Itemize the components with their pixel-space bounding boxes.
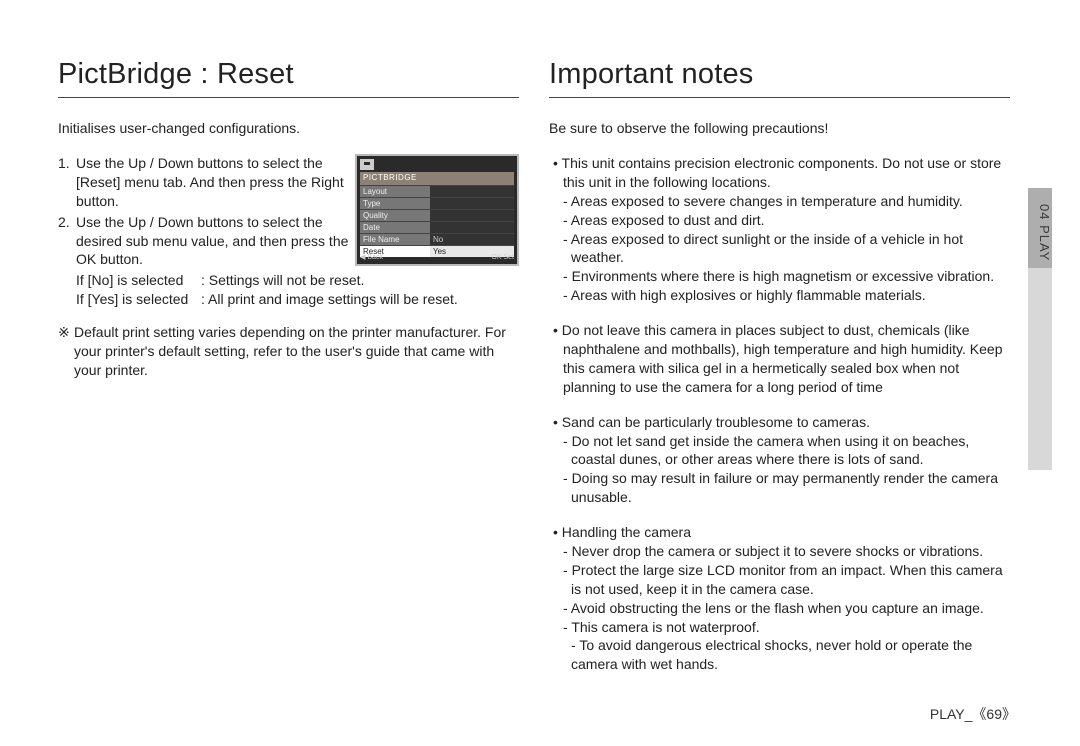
step-number: 1. — [58, 154, 76, 211]
dash-text: Areas exposed to direct sunlight or the … — [549, 230, 1010, 268]
bullet-text: This unit contains precision electronic … — [549, 154, 1010, 192]
left-arrow-icon: ◀ — [360, 254, 365, 261]
step-number: 2. — [58, 213, 76, 270]
lcd-cell — [430, 222, 514, 233]
footer-section: PLAY_ — [930, 706, 973, 722]
bullet-4: Handling the camera Never drop the camer… — [549, 523, 1010, 674]
left-column: PictBridge : Reset Initialises user-chan… — [58, 58, 519, 690]
right-content: This unit contains precision electronic … — [549, 154, 1010, 674]
lcd-cell — [430, 186, 514, 197]
dash-text: Doing so may result in failure or may pe… — [549, 469, 1010, 507]
bullet-2: Do not leave this camera in places subje… — [549, 321, 1010, 397]
lcd-cell — [430, 210, 514, 221]
step-text: Use the Up / Down buttons to select the … — [76, 154, 349, 211]
left-title: PictBridge : Reset — [58, 58, 519, 98]
lcd-footer: ◀Back OK Set — [360, 253, 514, 262]
lcd-cell: Quality — [360, 210, 430, 221]
printer-icon — [360, 159, 374, 170]
lcd-header: PICTBRIDGE — [360, 172, 514, 185]
lcd-footer-back: Back — [367, 254, 383, 261]
page-footer: PLAY_《69》 — [930, 704, 1016, 724]
step-1: 1. Use the Up / Down buttons to select t… — [58, 154, 349, 211]
dash-text: Protect the large size LCD monitor from … — [549, 561, 1010, 599]
dash-text: Environments where there is high magneti… — [549, 267, 1010, 286]
bullet-text: Handling the camera — [549, 523, 1010, 542]
bullet-text: Do not leave this camera in places subje… — [549, 321, 1010, 397]
dash-text: Avoid obstructing the lens or the flash … — [549, 599, 1010, 618]
lcd-row-filename: File Name No — [360, 233, 514, 245]
lcd-cell: File Name — [360, 234, 430, 245]
dash-text: Areas exposed to dust and dirt. — [549, 211, 1010, 230]
bracket-open-icon: 《 — [972, 706, 986, 722]
dash-text: Areas exposed to severe changes in tempe… — [549, 192, 1010, 211]
lcd-row-type: Type — [360, 197, 514, 209]
if-yes-row: If [Yes] is selected : All print and ima… — [58, 290, 519, 309]
left-intro: Initialises user-changed configurations. — [58, 120, 519, 136]
if-no-text: : Settings will not be reset. — [201, 271, 364, 290]
lcd-row-date: Date — [360, 221, 514, 233]
bracket-close-icon: 》 — [1002, 706, 1016, 722]
step-text: Use the Up / Down buttons to select the … — [76, 213, 349, 270]
if-no-label: If [No] is selected — [76, 271, 201, 290]
right-intro: Be sure to observe the following precaut… — [549, 120, 1010, 136]
dash-text: Never drop the camera or subject it to s… — [549, 542, 1010, 561]
reference-mark-icon: ※ — [58, 323, 74, 342]
note-text: Default print setting varies depending o… — [74, 324, 506, 378]
dash-text: Do not let sand get inside the camera wh… — [549, 432, 1010, 470]
step-2: 2. Use the Up / Down buttons to select t… — [58, 213, 349, 270]
if-yes-text: : All print and image settings will be r… — [201, 290, 458, 309]
chapter-tab-label: 04 PLAY — [1028, 200, 1052, 261]
if-yes-label: If [Yes] is selected — [76, 290, 201, 309]
right-title: Important notes — [549, 58, 1010, 98]
lcd-cell: Type — [360, 198, 430, 209]
lcd-row-quality: Quality — [360, 209, 514, 221]
lcd-screenshot: PICTBRIDGE Layout Type Quality — [355, 154, 519, 266]
left-content: 1. Use the Up / Down buttons to select t… — [58, 154, 519, 380]
lcd-cell: No — [430, 234, 514, 245]
if-no-row: If [No] is selected : Settings will not … — [58, 271, 519, 290]
lcd-footer-set: Set — [503, 254, 514, 261]
lcd-cell: Layout — [360, 186, 430, 197]
lcd-footer-ok: OK — [491, 254, 501, 261]
lcd-cell — [430, 198, 514, 209]
page-number: 69 — [986, 706, 1002, 722]
lcd-row-layout: Layout — [360, 185, 514, 197]
dash-text: Areas with high explosives or highly fla… — [549, 286, 1010, 305]
dash-text: To avoid dangerous electrical shocks, ne… — [549, 636, 1010, 674]
page-body: PictBridge : Reset Initialises user-chan… — [58, 58, 1040, 690]
bullet-text: Sand can be particularly troublesome to … — [549, 413, 1010, 432]
bullet-1: This unit contains precision electronic … — [549, 154, 1010, 305]
bullet-3: Sand can be particularly troublesome to … — [549, 413, 1010, 507]
dash-text: This camera is not waterproof. — [549, 618, 1010, 637]
lcd-cell: Date — [360, 222, 430, 233]
right-column: Important notes Be sure to observe the f… — [549, 58, 1040, 690]
default-note: ※Default print setting varies depending … — [58, 323, 519, 380]
